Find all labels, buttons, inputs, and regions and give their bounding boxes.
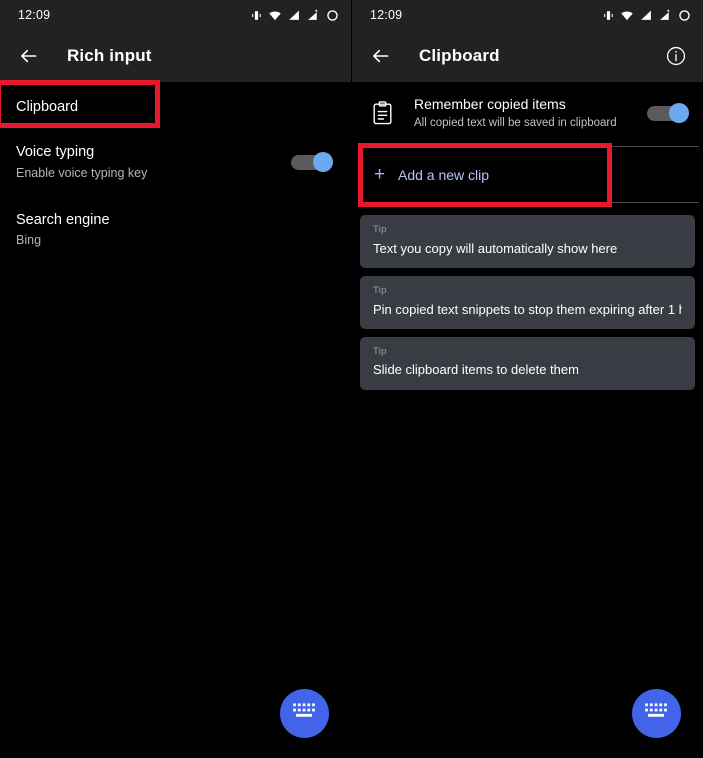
vibrate-icon [250, 9, 263, 22]
battery-ring-icon [678, 9, 691, 22]
keyboard-icon [292, 702, 317, 726]
plus-icon: + [374, 164, 386, 186]
signal-icon [639, 9, 653, 22]
page-title-clipboard: Clipboard [419, 46, 500, 65]
list-item[interactable]: Tip Text you copy will automatically sho… [360, 215, 695, 269]
status-bar-icons [250, 9, 339, 22]
status-bar-clock-right: 12:09 [370, 8, 403, 22]
keyboard-fab-right[interactable] [632, 689, 681, 738]
clip-text: Pin copied text snippets to stop them ex… [373, 301, 682, 317]
left-phone-screen: 12:09 Rich input Clipboard Voice typing … [0, 0, 351, 758]
setting-title-voice-typing: Voice typing [16, 144, 95, 160]
info-icon[interactable] [663, 43, 689, 69]
clipboard-icon [370, 100, 394, 126]
status-bar-icons-right [602, 9, 691, 22]
left-app-bar: Rich input [0, 30, 351, 82]
status-bar-clock: 12:09 [18, 8, 51, 22]
right-app-bar: Clipboard [352, 30, 703, 82]
toggle-thumb [669, 103, 689, 124]
setting-subtitle-voice-typing: Enable voice typing key [16, 165, 148, 180]
wifi-icon [268, 9, 282, 22]
clip-tag: Tip [373, 224, 387, 236]
list-item[interactable]: Tip Slide clipboard items to delete them [360, 337, 695, 390]
remember-items-subtitle: All copied text will be saved in clipboa… [414, 117, 617, 130]
list-item[interactable]: Tip Pin copied text snippets to stop the… [360, 276, 695, 330]
status-bar: 12:09 [0, 0, 351, 30]
setting-title-search-engine: Search engine [16, 211, 110, 228]
back-arrow-icon[interactable] [366, 41, 396, 71]
clip-list: Tip Text you copy will automatically sho… [352, 203, 703, 390]
remember-items-title: Remember copied items [414, 96, 566, 112]
sidebar-item-voice-typing[interactable]: Voice typing Enable voice typing key [0, 132, 351, 194]
back-arrow-icon[interactable] [14, 41, 44, 71]
setting-title-clipboard: Clipboard [16, 99, 79, 116]
sidebar-item-search-engine[interactable]: Search engine Bing [0, 194, 351, 262]
keyboard-icon [644, 702, 669, 726]
right-phone-screen: 12:09 Clipboard Remember copied items Al… [352, 0, 703, 758]
clip-text: Slide clipboard items to delete them [373, 362, 579, 378]
keyboard-fab-left[interactable] [280, 689, 329, 738]
add-new-clip-label: Add a new clip [398, 166, 490, 183]
signal-icon [287, 9, 301, 22]
status-bar-right: 12:09 [352, 0, 703, 30]
dual-screenshot-container: 12:09 Rich input Clipboard Voice typing … [0, 0, 703, 758]
clip-tag: Tip [373, 285, 387, 297]
battery-ring-icon [326, 9, 339, 22]
remember-copied-items-row[interactable]: Remember copied items All copied text wi… [352, 82, 703, 147]
settings-list: Clipboard Voice typing Enable voice typi… [0, 82, 351, 262]
sidebar-item-clipboard[interactable]: Clipboard [0, 84, 351, 132]
voice-typing-toggle[interactable] [291, 152, 333, 173]
page-title: Rich input [67, 46, 152, 65]
toggle-thumb [313, 152, 333, 173]
remember-copied-items-toggle[interactable] [647, 103, 689, 124]
signal-no-sim-icon [658, 9, 673, 22]
vibrate-icon [602, 9, 615, 22]
wifi-icon [620, 9, 634, 22]
setting-subtitle-search-engine: Bing [16, 233, 42, 248]
signal-no-sim-icon [306, 9, 321, 22]
clip-tag: Tip [373, 346, 387, 358]
add-new-clip-button[interactable]: + Add a new clip [352, 147, 703, 202]
clip-text: Text you copy will automatically show he… [373, 240, 618, 256]
